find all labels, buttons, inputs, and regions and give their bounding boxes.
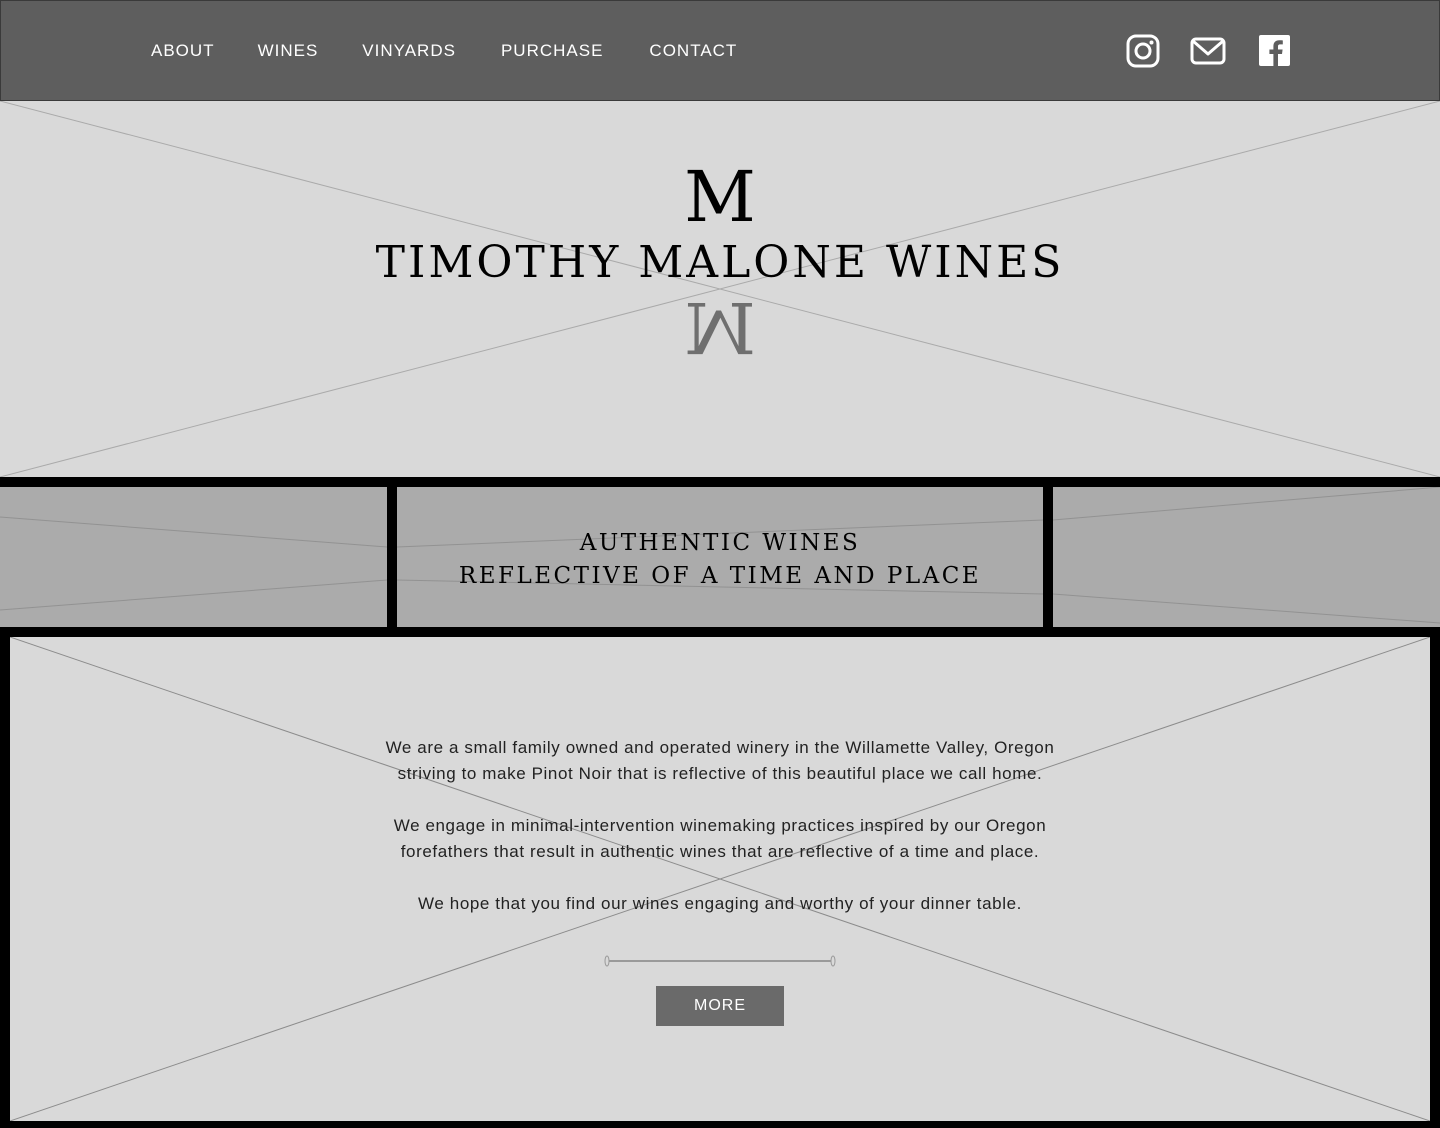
- nav-link-vinyards[interactable]: VINYARDS: [362, 40, 456, 62]
- about-paragraph-2: We engage in minimal-intervention winema…: [10, 813, 1430, 865]
- tagline: AUTHENTIC WINES REFLECTIVE OF A TIME AND…: [397, 527, 1043, 593]
- nav-link-about[interactable]: ABOUT: [151, 40, 215, 62]
- nav-link-wines[interactable]: WINES: [258, 40, 319, 62]
- social-icons: [1125, 33, 1292, 69]
- hero-section: M TIMOTHY MALONE WINES M: [0, 101, 1440, 477]
- image-placeholder-x: [0, 516, 387, 611]
- about-paragraph-2-line-1: We engage in minimal-intervention winema…: [393, 816, 1047, 835]
- nav-link-purchase[interactable]: PURCHASE: [501, 40, 603, 62]
- brand-title: TIMOTHY MALONE WINES: [375, 237, 1065, 288]
- mail-icon[interactable]: [1190, 33, 1226, 69]
- band-right-image: [1053, 487, 1440, 627]
- tagline-line-2: REFLECTIVE OF A TIME AND PLACE: [458, 563, 982, 589]
- band-left-image: [0, 487, 387, 627]
- image-placeholder-x: [10, 637, 1430, 1121]
- divider-line: [604, 955, 836, 967]
- nav-link-contact[interactable]: CONTACT: [649, 40, 737, 62]
- image-placeholder-x: [1053, 487, 1440, 624]
- more-button[interactable]: MORE: [656, 986, 784, 1026]
- nav-links: ABOUT WINES VINYARDS PURCHASE CONTACT: [151, 40, 737, 62]
- logo-monogram: M: [684, 156, 756, 238]
- top-navigation: ABOUT WINES VINYARDS PURCHASE CONTACT: [0, 0, 1440, 101]
- about-section: We are a small family owned and operated…: [10, 637, 1430, 1121]
- about-paragraph-3: We hope that you find our wines engaging…: [418, 894, 1022, 913]
- tagline-panel: AUTHENTIC WINES REFLECTIVE OF A TIME AND…: [397, 487, 1043, 627]
- about-paragraph-1: We are a small family owned and operated…: [10, 735, 1430, 787]
- about-paragraph-2-line-2: forefathers that result in authentic win…: [400, 842, 1040, 861]
- about-paragraph-1-line-1: We are a small family owned and operated…: [385, 738, 1055, 757]
- about-paragraph-1-line-2: striving to make Pinot Noir that is refl…: [397, 764, 1043, 783]
- instagram-icon[interactable]: [1125, 33, 1161, 69]
- tagline-line-1: AUTHENTIC WINES: [579, 530, 861, 556]
- logo-monogram-reflection: M: [684, 286, 756, 368]
- facebook-icon[interactable]: [1256, 33, 1292, 69]
